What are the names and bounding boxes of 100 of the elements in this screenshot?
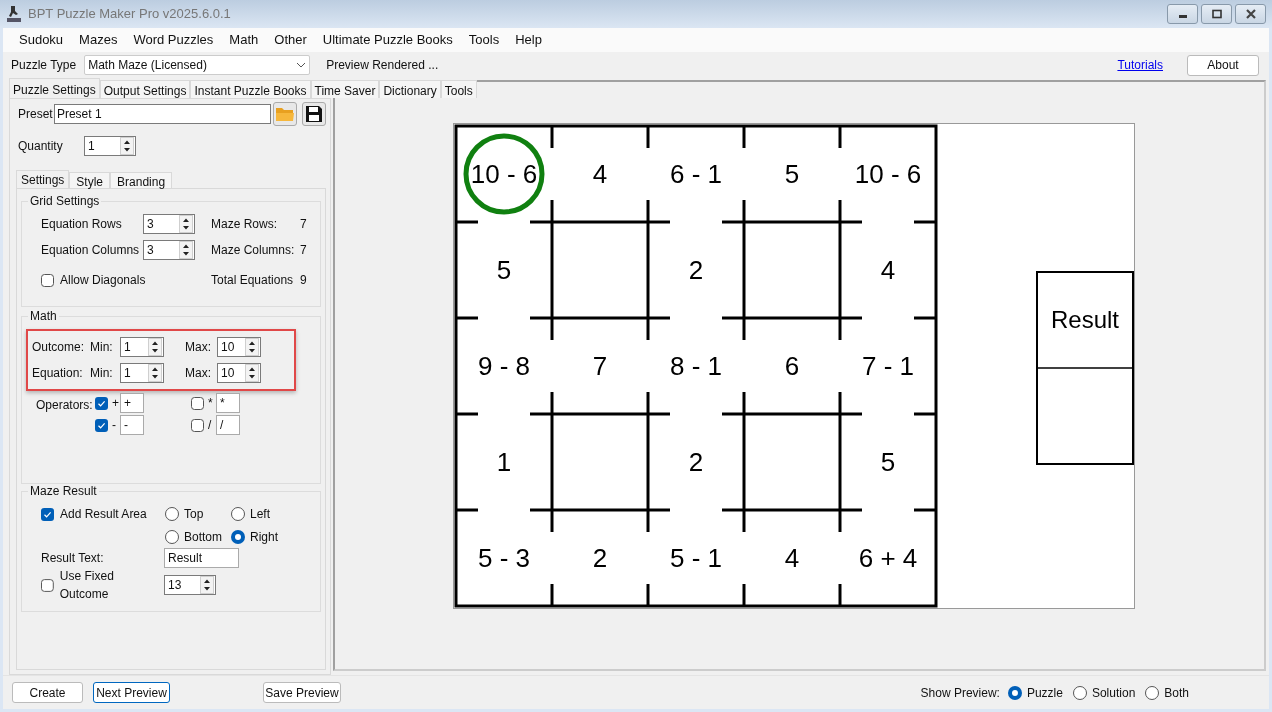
tab[interactable]: Instant Puzzle Books [190,80,311,98]
maze-cell-text: 4 [784,543,800,573]
tab[interactable]: Dictionary [379,80,441,98]
spinner-arrows-icon[interactable] [245,338,259,356]
maze-cell-text: 7 - 1 [862,351,914,381]
operator-symbol: + [112,395,120,412]
radio-label: Puzzle [1026,684,1063,702]
spinner-arrows-icon[interactable] [148,364,162,382]
maze-cell-text: 7 [592,351,608,381]
checkbox[interactable] [95,418,108,432]
about-button[interactable]: About [1187,54,1259,76]
operator-field[interactable]: * [216,393,240,413]
range-label: Equation: [32,365,84,382]
tab[interactable]: Puzzle Settings [9,78,100,98]
operator-symbol: - [112,417,117,434]
maze-cell-text: 8 - 1 [670,351,722,381]
spinner-arrows-icon[interactable] [148,338,162,356]
checkbox[interactable] [41,507,54,521]
maze-cell-text: 5 [880,447,896,477]
checkbox[interactable] [191,418,204,432]
spin-field[interactable]: 1 [84,136,136,156]
field-label: Equation Columns [41,242,141,259]
spinner-arrows-icon[interactable] [245,364,259,382]
maze-cell-text: 6 [784,351,800,381]
result-text-field[interactable]: Result [164,548,239,568]
radio-button[interactable] [1072,685,1087,700]
tab[interactable]: Settings [16,170,70,188]
spin-field[interactable]: 10 [217,363,261,383]
tab[interactable]: Output Settings [99,80,191,98]
close-button[interactable] [1235,4,1266,24]
status-text: Preview Rendered ... [326,57,439,74]
next-preview-button[interactable]: Next Preview [93,682,170,703]
group-title: Grid Settings [28,194,102,208]
menu-item[interactable]: Word Puzzles [125,30,222,50]
window-title: BPT Puzzle Maker Pro v2025.6.0.1 [28,5,231,24]
tab[interactable]: Branding [110,172,173,188]
puzzle-type-dropdown[interactable]: Math Maze (Licensed) [84,55,311,75]
preset-field[interactable]: Preset 1 [53,104,272,124]
spin-field[interactable]: 3 [143,214,195,234]
quantity-label: Quantity [18,138,64,155]
operator-field[interactable]: - [120,415,144,435]
radio-label: Solution [1091,684,1136,702]
readout-value: 9 [300,272,307,289]
spin-field[interactable]: 10 [217,337,261,357]
spin-field[interactable]: 1 [120,337,164,357]
radio-label: Top [184,506,204,523]
chevron-down-icon [296,62,307,68]
maze-cell-text: 10 - 6 [470,159,538,189]
checkbox[interactable] [41,273,54,287]
menu-item[interactable]: Mazes [71,30,126,50]
spin-field[interactable]: 13 [164,575,216,595]
checkbox-label: Use Fixed Outcome [59,568,115,603]
readout-label: Maze Columns: [211,242,296,259]
radio-button[interactable] [165,530,179,544]
spinner-arrows-icon[interactable] [200,576,214,594]
maze-cell-text: 2 [688,255,704,285]
operators-label: Operators: [36,397,94,414]
max-label: Max: [185,365,212,382]
menu-item[interactable]: Ultimate Puzzle Books [314,30,461,50]
tab[interactable]: Tools [440,80,477,98]
spin-field[interactable]: 1 [120,363,164,383]
close-icon [1244,9,1257,19]
radio-button[interactable] [1007,685,1022,700]
checkbox[interactable] [95,396,108,410]
checkbox[interactable] [41,578,54,592]
operator-field[interactable]: + [120,393,144,413]
menu-item[interactable]: Math [221,30,267,50]
menu-item[interactable]: Other [266,30,315,50]
maze-cell-text: 4 [880,255,896,285]
spin-field[interactable]: 3 [143,240,195,260]
checkbox-label: Add Result Area [60,506,147,523]
group-title: Math [28,309,59,323]
radio-button[interactable] [1145,685,1160,700]
radio-button[interactable] [231,530,245,544]
radio-label: Bottom [184,529,222,546]
tutorials-link[interactable]: Tutorials [1117,56,1163,74]
field-label: Result Text: [41,550,105,567]
create-button[interactable]: Create [12,682,83,703]
spinner-arrows-icon[interactable] [179,215,193,233]
minimize-button[interactable] [1167,4,1198,24]
menu-item[interactable]: Sudoku [11,30,72,50]
group-title: Maze Result [28,484,99,498]
operator-field[interactable]: / [216,415,240,435]
radio-label: Right [250,529,278,546]
tab[interactable]: Time Saver [310,80,380,98]
tab[interactable]: Style [69,172,111,188]
spinner-arrows-icon[interactable] [120,137,134,155]
menu-item[interactable]: Tools [460,30,508,50]
readout-value: 7 [300,242,307,259]
save-preview-button[interactable]: Save Preview [263,682,341,703]
maze-cell-text: 5 - 1 [670,543,722,573]
save-button[interactable] [302,102,326,126]
result-label: Result [1051,306,1119,333]
radio-button[interactable] [231,507,245,521]
menu-item[interactable]: Help [507,30,550,50]
radio-button[interactable] [165,507,179,521]
checkbox[interactable] [191,396,204,410]
spinner-arrows-icon[interactable] [179,241,193,259]
maze-cell-text: 5 [496,255,512,285]
maximize-button[interactable] [1201,4,1232,24]
